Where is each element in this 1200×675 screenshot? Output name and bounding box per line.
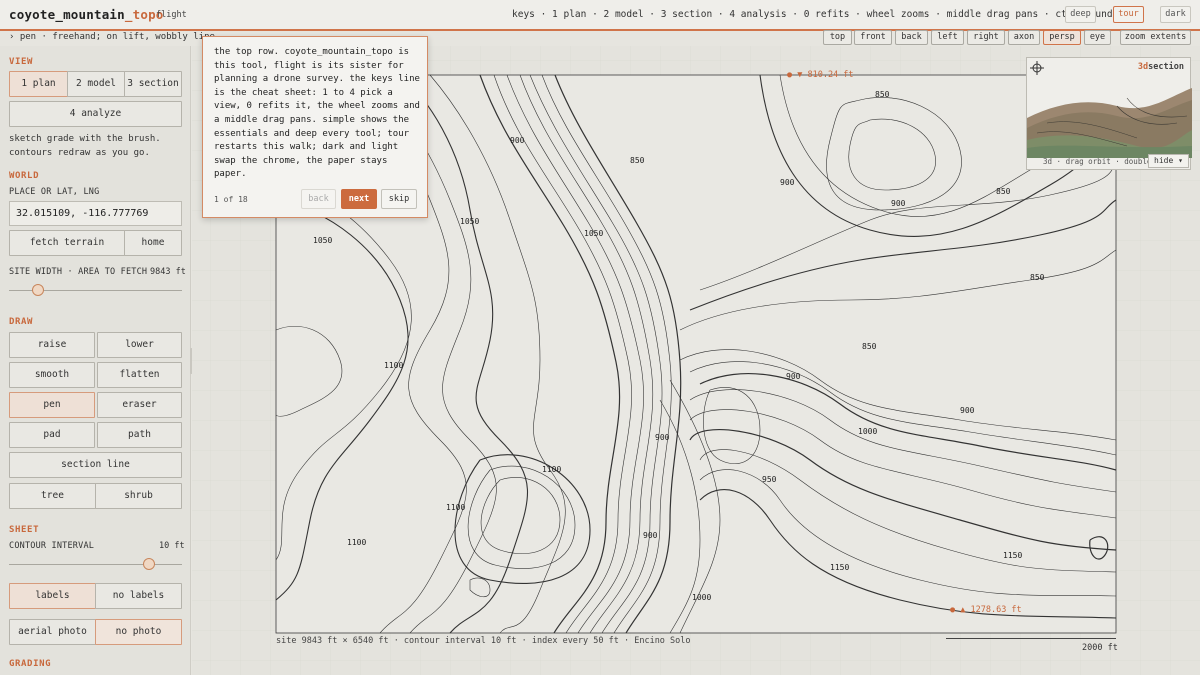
grading-heading: GRADING [9, 659, 52, 669]
contour-label: 1050 [584, 229, 603, 238]
tour-step-count: 1 of 18 [214, 195, 248, 204]
tree-button[interactable]: tree [9, 483, 96, 509]
map-status-line: site 9843 ft × 6540 ft · contour interva… [276, 636, 691, 646]
contour-label: 1050 [313, 236, 332, 245]
flatten-tool-button[interactable]: flatten [97, 362, 182, 388]
no-labels-button[interactable]: no labels [95, 583, 182, 609]
contour-interval-slider[interactable] [9, 564, 182, 565]
min-elevation-marker: ● ▲ 1278.63 ft [950, 605, 1022, 615]
contour-label: 900 [510, 136, 525, 145]
contour-label: 900 [891, 199, 906, 208]
contour-label: 1000 [858, 427, 877, 436]
view-eye-button[interactable]: eye [1084, 30, 1111, 45]
contour-label: 1000 [692, 593, 711, 602]
home-button[interactable]: home [124, 230, 182, 256]
app-title-main: coyote_mountain [9, 7, 125, 22]
tool-hint: › pen · freehand; on lift, wobbly line [9, 32, 215, 42]
terrain-3d-render[interactable] [1027, 68, 1192, 158]
contour-label: 850 [996, 187, 1011, 196]
flight-link[interactable]: flight [156, 10, 187, 20]
contour-label: 1100 [347, 538, 366, 547]
fetch-terrain-button[interactable]: fetch terrain [9, 230, 125, 256]
deep-button[interactable]: deep [1065, 6, 1096, 23]
place-latlng-input[interactable] [9, 201, 182, 226]
contour-label: 900 [780, 178, 795, 187]
analyze-view-button[interactable]: 4 analyze [9, 101, 182, 127]
section-line-button[interactable]: section line [9, 452, 182, 478]
tour-button[interactable]: tour [1113, 6, 1144, 23]
place-label: PLACE OR LAT, LNG [9, 187, 100, 197]
top-bar: coyote_mountain_topo flight keys · 1 pla… [0, 0, 1200, 31]
site-width-value: 9843 ft [150, 267, 186, 277]
view-note-2: contours redraw as you go. [9, 148, 150, 158]
contour-interval-value: 10 ft [159, 541, 185, 551]
shrub-button[interactable]: shrub [95, 483, 182, 509]
view-front-button[interactable]: front [854, 30, 892, 45]
view-top-button[interactable]: top [823, 30, 852, 45]
view-left-button[interactable]: left [931, 30, 964, 45]
scale-bar [946, 638, 1116, 639]
keys-cheat-sheet: keys · 1 plan · 2 model · 3 section · 4 … [512, 9, 1119, 20]
tour-back-button[interactable]: back [301, 189, 336, 209]
contour-label: 850 [1030, 273, 1045, 282]
lower-tool-button[interactable]: lower [97, 332, 182, 358]
contour-label: 1100 [384, 361, 403, 370]
inset-hint: 3d · drag orbit · double- [1043, 157, 1156, 166]
draw-heading: DRAW [9, 317, 34, 327]
contour-label: 900 [655, 433, 670, 442]
dark-button[interactable]: dark [1160, 6, 1191, 23]
view-heading: VIEW [9, 57, 34, 67]
view-note-1: sketch grade with the brush. [9, 134, 161, 144]
tour-body-text: the top row. coyote_mountain_topo is thi… [214, 47, 420, 180]
labels-button[interactable]: labels [9, 583, 96, 609]
contour-label: 850 [862, 342, 877, 351]
plan-view-button[interactable]: 1 plan [9, 71, 68, 97]
scale-label: 2000 ft [1082, 643, 1118, 653]
contour-interval-slider-thumb[interactable] [143, 558, 156, 570]
contour-label: 900 [786, 372, 801, 381]
raise-tool-button[interactable]: raise [9, 332, 95, 358]
view-back-button[interactable]: back [895, 30, 928, 45]
contour-label: 1150 [830, 563, 849, 572]
view-axon-button[interactable]: axon [1008, 30, 1040, 45]
eraser-tool-button[interactable]: eraser [97, 392, 182, 418]
no-photo-button[interactable]: no photo [95, 619, 182, 645]
app-title: coyote_mountain_topo [9, 7, 164, 22]
model-view-button[interactable]: 2 model [67, 71, 125, 97]
smooth-tool-button[interactable]: smooth [9, 362, 95, 388]
zoom-extents-button[interactable]: zoom extents [1120, 30, 1191, 45]
site-width-label: SITE WIDTH · AREA TO FETCH [9, 267, 148, 277]
tour-next-button[interactable]: next [341, 189, 377, 209]
inset-hide-button[interactable]: hide ▾ [1148, 154, 1189, 168]
section-view-button[interactable]: 3 section [124, 71, 182, 97]
contour-label: 850 [630, 156, 645, 165]
3d-preview-panel[interactable]: 3dsection 3d · drag orbit · double- hide… [1026, 57, 1192, 170]
contour-label: 1100 [446, 503, 465, 512]
site-width-slider-thumb[interactable] [32, 284, 45, 296]
tour-popover: the top row. coyote_mountain_topo is thi… [202, 36, 428, 218]
contour-label: 900 [960, 406, 975, 415]
view-persp-button[interactable]: persp [1043, 30, 1081, 45]
max-elevation-value: ▼ 810.24 ft [797, 70, 854, 80]
contour-label: 950 [762, 475, 777, 484]
contour-label: 1150 [1003, 551, 1022, 560]
contour-interval-label: CONTOUR INTERVAL [9, 541, 95, 551]
min-elevation-value: ▲ 1278.63 ft [960, 605, 1022, 615]
sidebar: VIEW 1 plan 2 model 3 section 4 analyze … [0, 46, 191, 675]
aerial-photo-button[interactable]: aerial photo [9, 619, 96, 645]
pen-tool-button[interactable]: pen [9, 392, 95, 418]
world-heading: WORLD [9, 171, 40, 181]
contour-label: 850 [875, 90, 890, 99]
view-right-button[interactable]: right [967, 30, 1005, 45]
path-tool-button[interactable]: path [97, 422, 182, 448]
contour-label: 1050 [460, 217, 479, 226]
sheet-heading: SHEET [9, 525, 40, 535]
contour-label: 1100 [542, 465, 561, 474]
tour-skip-button[interactable]: skip [381, 189, 417, 209]
contour-label: 900 [643, 531, 658, 540]
max-elevation-marker: ● ▼ 810.24 ft [787, 70, 854, 80]
pad-tool-button[interactable]: pad [9, 422, 95, 448]
